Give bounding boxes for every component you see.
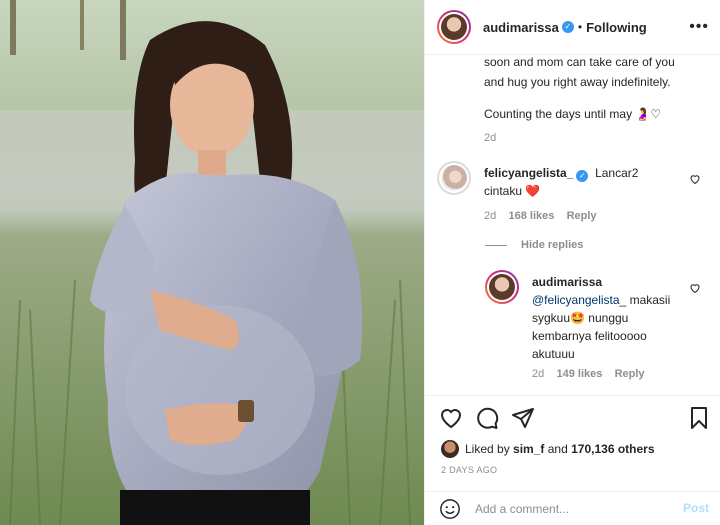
reply-reply-button[interactable]: Reply — [615, 368, 645, 380]
author-avatar[interactable] — [437, 10, 471, 44]
reply-time: 2d — [532, 368, 545, 380]
comments-list[interactable]: soon and mom can take care of you and hu… — [425, 56, 720, 394]
more-horizontal-icon[interactable]: ••• — [689, 18, 709, 36]
heart-icon[interactable] — [439, 406, 463, 430]
liked-by-count-link[interactable]: 170,136 others — [571, 442, 654, 456]
comment-likes[interactable]: 168 likes — [508, 210, 554, 222]
reply-meta: 2d 149 likes Reply — [532, 368, 645, 380]
bookmark-icon[interactable] — [687, 406, 711, 430]
reply-username[interactable]: audimarissa — [532, 275, 602, 289]
liked-by-user-link[interactable]: sim_f — [513, 442, 544, 456]
instagram-post: audimarissa ✓ • Following ••• soon and m… — [0, 0, 720, 525]
author-username[interactable]: audimarissa — [483, 20, 559, 35]
comment-time: 2d — [484, 210, 497, 222]
reply-line: sygkuu🤩 nunggu — [532, 311, 629, 325]
reply-author-avatar[interactable] — [485, 270, 519, 304]
add-comment-input[interactable] — [475, 502, 675, 516]
comment-reply-button[interactable]: Reply — [567, 210, 597, 222]
add-comment-bar: Post — [425, 491, 720, 525]
reply-likes[interactable]: 149 likes — [556, 368, 602, 380]
post-comment-button[interactable]: Post — [683, 501, 709, 515]
reply-line: kembarnya felitooooo — [532, 329, 647, 343]
liked-by-and: and — [547, 442, 568, 456]
comment-meta: 2d 168 likes Reply — [484, 210, 597, 222]
reply-line: makasii — [626, 293, 671, 307]
reply-line: akutuuu — [532, 347, 575, 361]
reply-text: audimarissa @felicyangelista_ makasii sy… — [532, 273, 692, 363]
hide-replies-label: Hide replies — [521, 239, 584, 251]
commenter-username[interactable]: felicyangelista_ — [484, 166, 573, 180]
hide-replies-button[interactable]: Hide replies — [485, 239, 583, 251]
post-header: audimarissa ✓ • Following ••• — [425, 0, 720, 55]
header-separator: • — [577, 20, 583, 34]
post-photo[interactable] — [0, 0, 424, 525]
comment-line: Lancar2 — [595, 166, 639, 180]
reply-mention-link[interactable]: @felicyangelista_ — [532, 293, 626, 307]
caption-time: 2d — [484, 132, 497, 144]
share-icon[interactable] — [511, 406, 535, 430]
liked-by-row: Liked by sim_f and 170,136 others — [441, 440, 655, 458]
verified-badge-icon: ✓ — [561, 21, 574, 33]
post-actions: Liked by sim_f and 170,136 others 2 DAYS… — [425, 395, 720, 525]
caption-line: Counting the days until may 🤰♡ — [484, 107, 662, 121]
verified-badge-icon: ✓ — [576, 170, 589, 182]
emoji-smile-icon[interactable] — [439, 498, 461, 520]
commenter-avatar[interactable] — [437, 161, 471, 195]
liked-by-avatar[interactable] — [441, 440, 459, 458]
following-button[interactable]: Following — [586, 20, 647, 35]
caption-line: soon and mom can take care of you — [484, 56, 675, 69]
comment-like-heart-icon[interactable] — [689, 173, 701, 185]
hide-replies-line — [485, 244, 507, 246]
reply-like-heart-icon[interactable] — [689, 282, 701, 294]
post-date[interactable]: 2 DAYS AGO — [441, 465, 497, 475]
comment-text: felicyangelista_ ✓ Lancar2 cintaku ❤️ — [484, 164, 684, 200]
post-side-panel: audimarissa ✓ • Following ••• soon and m… — [424, 0, 720, 525]
comment-line: cintaku ❤️ — [484, 184, 541, 198]
caption-text: soon and mom can take care of you and hu… — [484, 56, 709, 124]
liked-by-prefix: Liked by — [465, 442, 510, 456]
photo-illustration — [0, 0, 424, 525]
caption-line: and hug you right away indefinitely. — [484, 75, 671, 89]
comment-icon[interactable] — [475, 406, 499, 430]
